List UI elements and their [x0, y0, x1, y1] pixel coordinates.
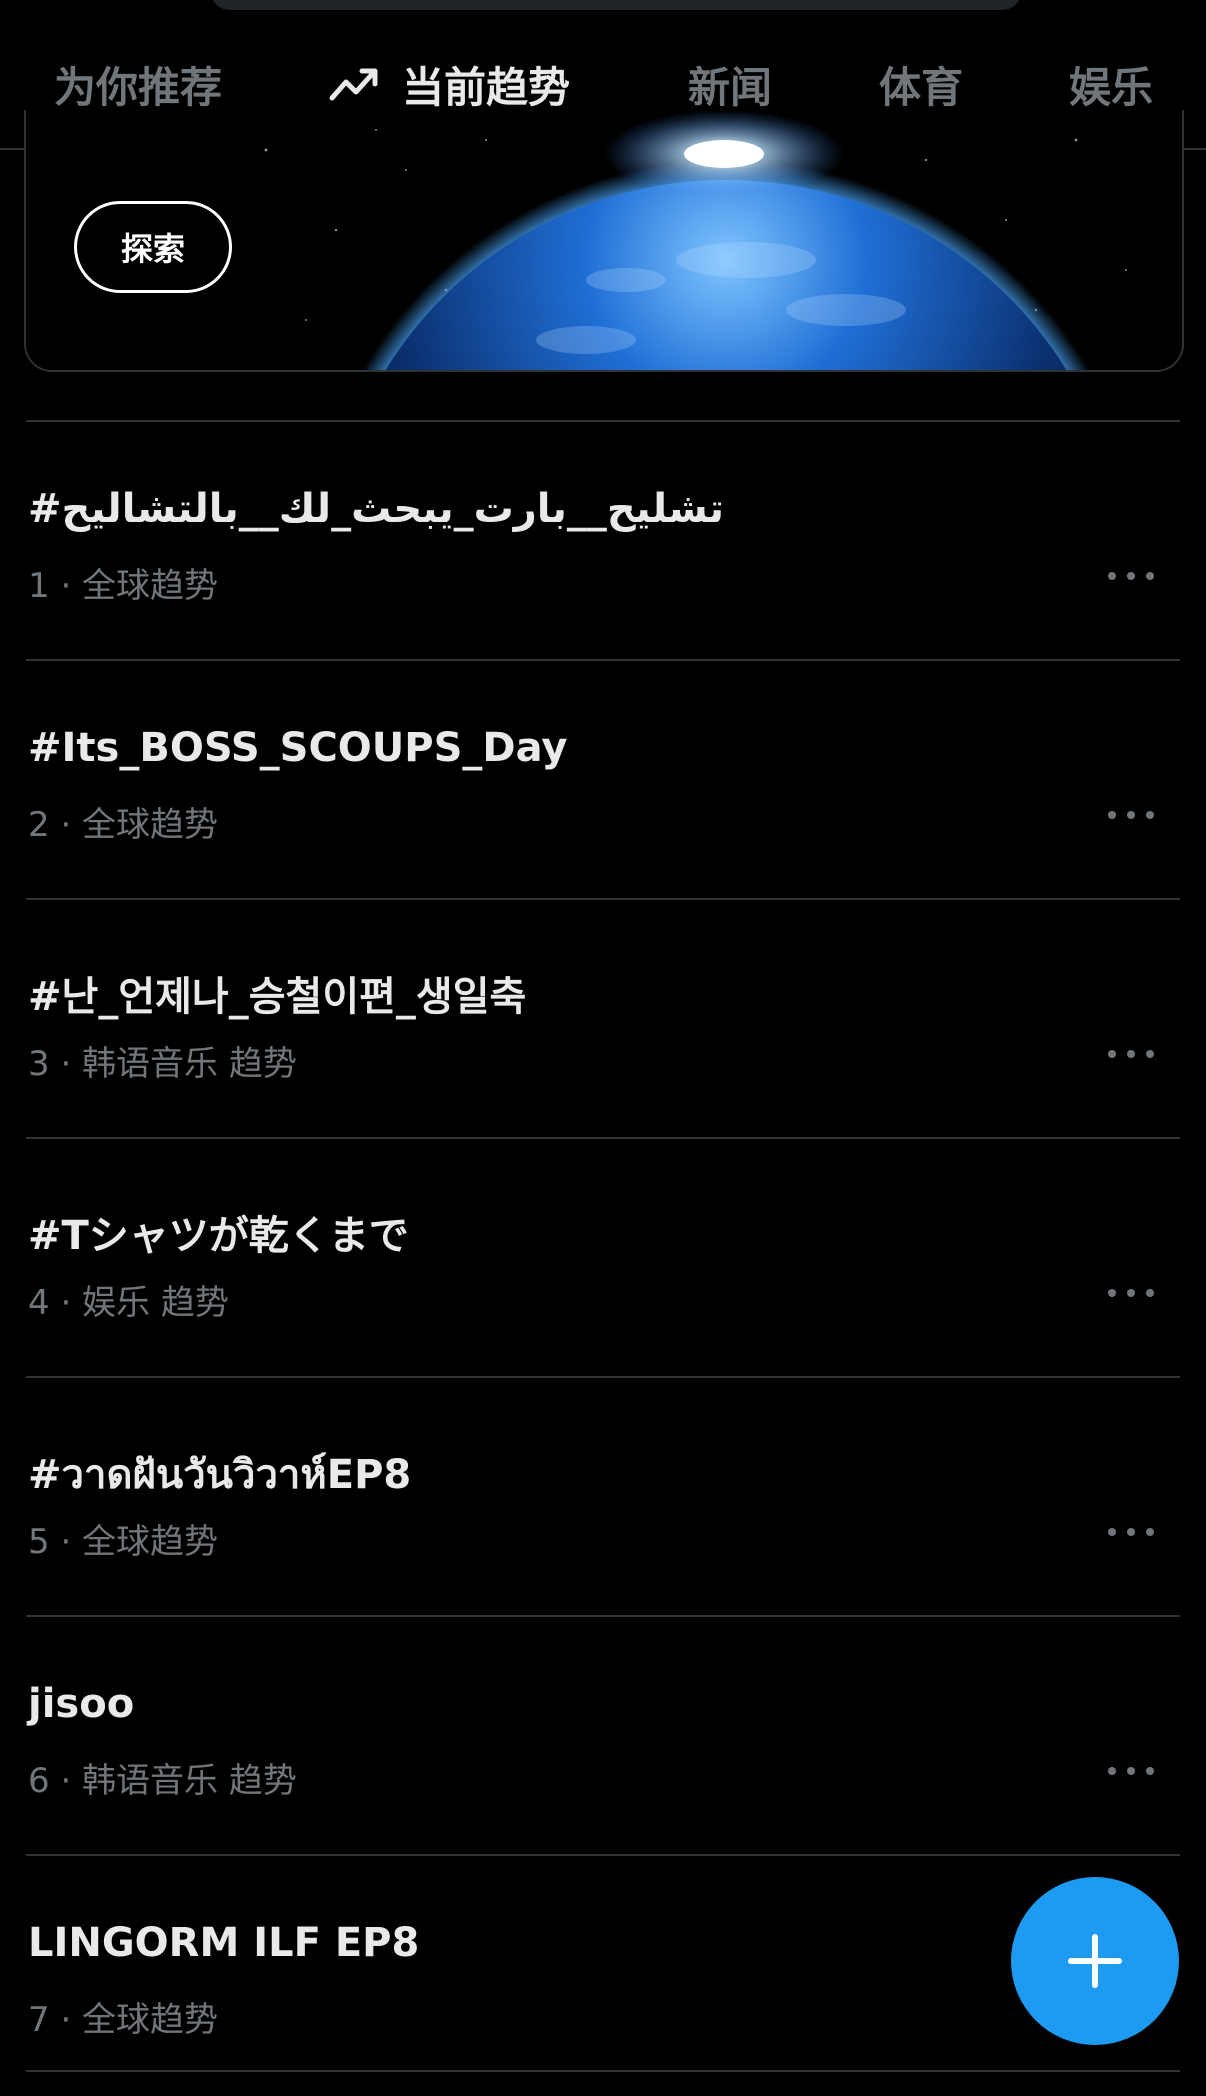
- tab-news[interactable]: 新闻: [688, 54, 772, 114]
- trend-meta: 3 · 韩语音乐 趋势: [28, 1044, 297, 1084]
- trend-title: #تشليح__بارت_يبحث_لك__بالتشاليح: [28, 486, 725, 532]
- more-options-icon[interactable]: [1108, 566, 1154, 586]
- more-options-icon[interactable]: [1108, 1522, 1154, 1542]
- trend-title: #난_언제나_승철이편_생일축: [28, 974, 527, 1020]
- trend-item-4[interactable]: #Tシャツが乾くまで 4 · 娱乐 趋势: [0, 1137, 1206, 1375]
- trend-meta: 7 · 全球趋势: [28, 2000, 219, 2040]
- trending-page: 为你推荐 当前趋势 新闻 体育 娱乐 探索 #تشليح__بارت_يبحث_…: [0, 0, 1206, 2096]
- trend-item-6[interactable]: jisoo 6 · 韩语音乐 趋势: [0, 1615, 1206, 1853]
- trend-meta: 2 · 全球趋势: [28, 805, 219, 845]
- trend-item-5[interactable]: #วาดฝันวันวิวาห์EP8 5 · 全球趋势: [0, 1376, 1206, 1614]
- trend-meta: 4 · 娱乐 趋势: [28, 1283, 229, 1323]
- trend-meta: 6 · 韩语音乐 趋势: [28, 1761, 297, 1801]
- trend-title: jisoo: [28, 1681, 135, 1727]
- tab-label: 为你推荐: [54, 62, 223, 112]
- tab-label: 新闻: [688, 62, 773, 112]
- tab-sports[interactable]: 体育: [879, 54, 963, 114]
- trend-item-1[interactable]: #تشليح__بارت_يبحث_لك__بالتشاليح 1 · 全球趋势: [0, 420, 1206, 658]
- trend-meta: 1 · 全球趋势: [28, 566, 219, 606]
- trending-icon: [329, 68, 378, 101]
- trend-title: LINGORM ILF EP8: [28, 1920, 420, 1966]
- trend-meta: 5 · 全球趋势: [28, 1522, 219, 1562]
- tab-label: 娱乐: [1069, 62, 1154, 112]
- explore-banner: 探索: [24, 110, 1184, 372]
- more-options-icon[interactable]: [1108, 1283, 1154, 1303]
- search-bar[interactable]: [210, 0, 1022, 10]
- tab-trending[interactable]: 当前趋势: [328, 54, 570, 114]
- more-options-icon[interactable]: [1108, 1761, 1154, 1781]
- more-options-icon[interactable]: [1108, 1044, 1154, 1064]
- trend-title: #Its_BOSS_SCOUPS_Day: [28, 725, 568, 771]
- plus-icon: [1068, 1934, 1122, 1988]
- tab-label: 当前趋势: [402, 62, 571, 112]
- trend-title: #Tシャツが乾くまで: [28, 1213, 409, 1259]
- compose-button[interactable]: [1011, 1877, 1179, 2045]
- trend-title: #วาดฝันวันวิวาห์EP8: [28, 1452, 412, 1498]
- trend-item-2[interactable]: #Its_BOSS_SCOUPS_Day 2 · 全球趋势: [0, 659, 1206, 897]
- tab-label: 体育: [879, 62, 964, 112]
- explore-button[interactable]: 探索: [74, 201, 232, 293]
- explore-button-label: 探索: [120, 230, 185, 268]
- divider: [26, 2070, 1180, 2072]
- tab-entertainment[interactable]: 娱乐: [1069, 54, 1153, 114]
- tab-for-you[interactable]: 为你推荐: [54, 54, 222, 114]
- more-options-icon[interactable]: [1108, 805, 1154, 825]
- trend-item-3[interactable]: #난_언제나_승철이편_생일축 3 · 韩语音乐 趋势: [0, 898, 1206, 1136]
